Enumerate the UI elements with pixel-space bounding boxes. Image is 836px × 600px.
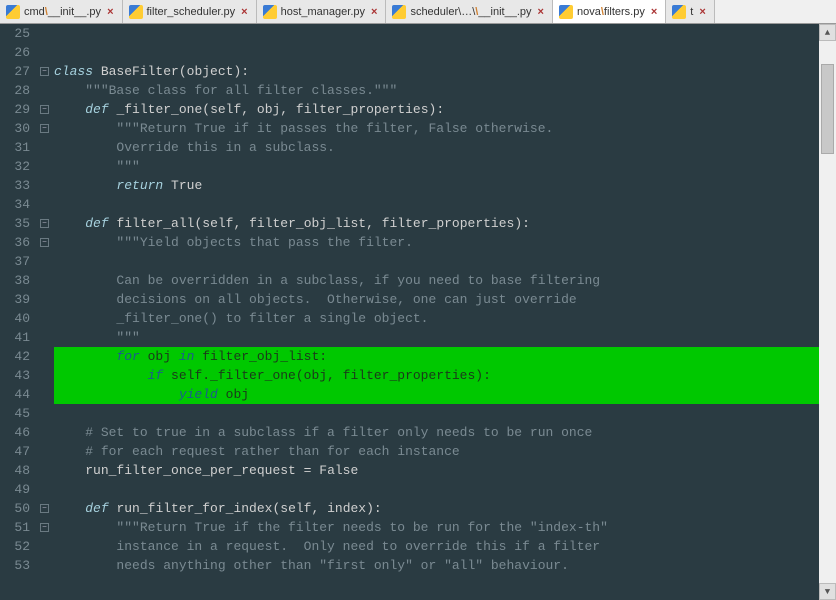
fold-column: − − − − − − − [38, 24, 54, 600]
line-number: 28 [0, 81, 30, 100]
close-icon[interactable]: × [369, 6, 379, 18]
code-line[interactable]: run_filter_once_per_request = False [54, 461, 836, 480]
python-file-icon [392, 5, 406, 19]
code-line[interactable]: # for each request rather than for each … [54, 442, 836, 461]
line-number: 52 [0, 537, 30, 556]
editor-pane: 2526272829303132333435363738394041424344… [0, 24, 836, 600]
line-number: 46 [0, 423, 30, 442]
code-line[interactable]: for obj in filter_obj_list: [54, 347, 836, 366]
code-line[interactable]: def filter_all(self, filter_obj_list, fi… [54, 214, 836, 233]
tab-5[interactable]: t× [666, 0, 715, 23]
line-number: 37 [0, 252, 30, 271]
line-number: 47 [0, 442, 30, 461]
code-line[interactable] [54, 404, 836, 423]
fold-toggle-icon[interactable]: − [40, 124, 49, 133]
fold-toggle-icon[interactable]: − [40, 67, 49, 76]
close-icon[interactable]: × [697, 6, 707, 18]
tab-label: t [690, 6, 693, 18]
code-line[interactable]: """Yield objects that pass the filter. [54, 233, 836, 252]
code-line[interactable]: needs anything other than "first only" o… [54, 556, 836, 575]
python-file-icon [129, 5, 143, 19]
code-line[interactable] [54, 252, 836, 271]
tab-label: host_manager.py [281, 6, 365, 18]
code-line[interactable]: if self._filter_one(obj, filter_properti… [54, 366, 836, 385]
line-number: 48 [0, 461, 30, 480]
code-line[interactable]: Can be overridden in a subclass, if you … [54, 271, 836, 290]
line-number: 43 [0, 366, 30, 385]
line-number: 34 [0, 195, 30, 214]
line-number: 25 [0, 24, 30, 43]
code-line[interactable]: """ [54, 328, 836, 347]
tab-label: filter_scheduler.py [147, 6, 236, 18]
scroll-down-button[interactable]: ▼ [819, 583, 836, 600]
line-number: 40 [0, 309, 30, 328]
scroll-up-button[interactable]: ▲ [819, 24, 836, 41]
code-line[interactable]: yield obj [54, 385, 836, 404]
line-number: 36 [0, 233, 30, 252]
line-number: 30 [0, 119, 30, 138]
line-number: 29 [0, 100, 30, 119]
line-number: 50 [0, 499, 30, 518]
tab-label: scheduler\…\\__init__.py [410, 6, 531, 18]
scrollbar-thumb[interactable] [821, 64, 834, 154]
tab-label: nova\filters.py [577, 6, 645, 18]
code-line[interactable]: def _filter_one(self, obj, filter_proper… [54, 100, 836, 119]
code-line[interactable]: # Set to true in a subclass if a filter … [54, 423, 836, 442]
code-line[interactable]: class BaseFilter(object): [54, 62, 836, 81]
tab-bar: cmd\__init__.py×filter_scheduler.py×host… [0, 0, 836, 24]
line-number: 35 [0, 214, 30, 233]
line-number: 45 [0, 404, 30, 423]
fold-toggle-icon[interactable]: − [40, 523, 49, 532]
line-number: 51 [0, 518, 30, 537]
code-line[interactable]: """ [54, 157, 836, 176]
line-number: 42 [0, 347, 30, 366]
vertical-scrollbar[interactable]: ▲ ▼ [819, 24, 836, 600]
code-line[interactable] [54, 24, 836, 43]
code-line[interactable]: return True [54, 176, 836, 195]
line-number-gutter: 2526272829303132333435363738394041424344… [0, 24, 38, 600]
line-number: 27 [0, 62, 30, 81]
tab-4[interactable]: nova\filters.py × [553, 0, 666, 23]
fold-toggle-icon[interactable]: − [40, 238, 49, 247]
line-number: 33 [0, 176, 30, 195]
code-line[interactable]: _filter_one() to filter a single object. [54, 309, 836, 328]
fold-toggle-icon[interactable]: − [40, 504, 49, 513]
line-number: 44 [0, 385, 30, 404]
line-number: 26 [0, 43, 30, 62]
code-line[interactable]: decisions on all objects. Otherwise, one… [54, 290, 836, 309]
python-file-icon [672, 5, 686, 19]
code-line[interactable] [54, 43, 836, 62]
fold-toggle-icon[interactable]: − [40, 105, 49, 114]
python-file-icon [559, 5, 573, 19]
code-area[interactable]: class BaseFilter(object): """Base class … [54, 24, 836, 600]
python-file-icon [6, 5, 20, 19]
python-file-icon [263, 5, 277, 19]
line-number: 39 [0, 290, 30, 309]
close-icon[interactable]: × [536, 6, 546, 18]
tab-0[interactable]: cmd\__init__.py × [0, 0, 123, 23]
close-icon[interactable]: × [105, 6, 115, 18]
line-number: 31 [0, 138, 30, 157]
line-number: 41 [0, 328, 30, 347]
code-line[interactable]: """Return True if it passes the filter, … [54, 119, 836, 138]
line-number: 49 [0, 480, 30, 499]
fold-toggle-icon[interactable]: − [40, 219, 49, 228]
line-number: 32 [0, 157, 30, 176]
line-number: 38 [0, 271, 30, 290]
line-number: 53 [0, 556, 30, 575]
tab-1[interactable]: filter_scheduler.py× [123, 0, 257, 23]
code-line[interactable]: Override this in a subclass. [54, 138, 836, 157]
code-line[interactable] [54, 195, 836, 214]
code-line[interactable]: instance in a request. Only need to over… [54, 537, 836, 556]
tab-label: cmd\__init__.py [24, 6, 101, 18]
close-icon[interactable]: × [649, 6, 659, 18]
code-line[interactable]: """Return True if the filter needs to be… [54, 518, 836, 537]
code-line[interactable]: """Base class for all filter classes.""" [54, 81, 836, 100]
code-line[interactable]: def run_filter_for_index(self, index): [54, 499, 836, 518]
tab-2[interactable]: host_manager.py × [257, 0, 387, 23]
close-icon[interactable]: × [239, 6, 249, 18]
code-line[interactable] [54, 480, 836, 499]
tab-3[interactable]: scheduler\…\\__init__.py × [386, 0, 553, 23]
